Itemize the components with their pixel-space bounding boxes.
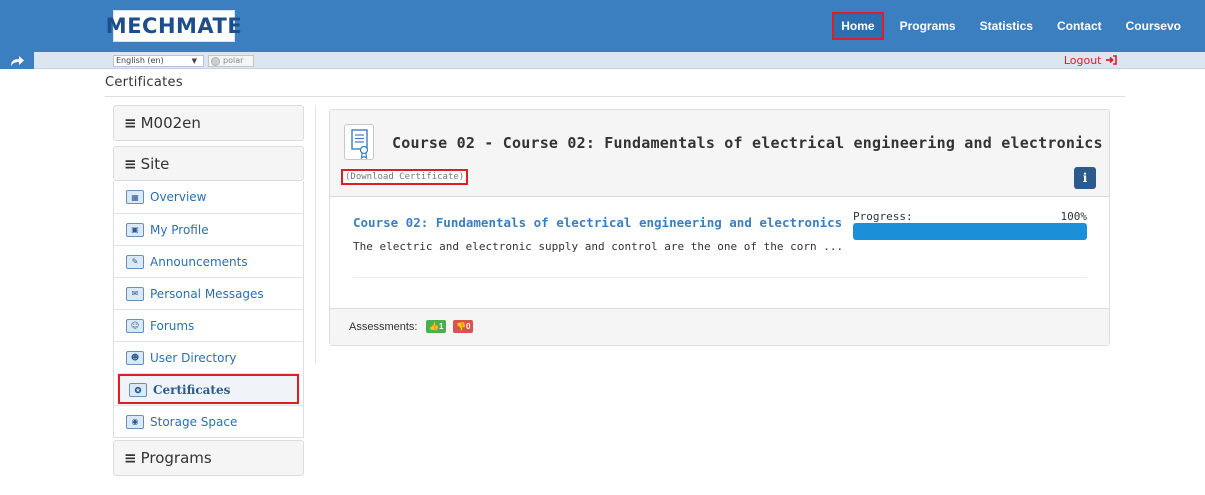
progress-value: 100% (1060, 210, 1088, 223)
progress-bar (853, 223, 1087, 240)
sidebar-item-storage-space[interactable]: ◉ Storage Space (114, 405, 303, 437)
announcements-icon: ✎ (126, 254, 144, 269)
course-header-label: M002en (140, 114, 201, 132)
sidebar-toggle-button[interactable] (0, 52, 34, 69)
certificate-panel-header: Course 02 - Course 02: Fundamentals of e… (330, 110, 1109, 197)
top-navbar: MECHMATE Home Programs Statistics Contac… (0, 0, 1205, 52)
sidebar-item-my-profile[interactable]: ▣ My Profile (114, 213, 303, 245)
nav-contact[interactable]: Contact (1057, 19, 1102, 33)
forums-icon: ☺ (126, 318, 144, 333)
sidebar-item-label: Storage Space (150, 414, 238, 429)
share-arrow-icon (11, 55, 24, 66)
nav-programs[interactable]: Programs (900, 19, 956, 33)
page-title: Certificates (105, 75, 183, 90)
sidebar-item-label: User Directory (150, 350, 237, 365)
sidebar-item-label: Overview (150, 190, 207, 204)
menu-icon: ≡ (124, 449, 137, 467)
info-button[interactable]: i (1074, 167, 1096, 189)
language-value: English (en) (116, 56, 164, 65)
sidebar-item-label: Forums (150, 318, 195, 333)
sidebar-item-user-directory[interactable]: ☻ User Directory (114, 341, 303, 373)
progress-bar-fill (853, 223, 1087, 240)
theme-icon (211, 57, 220, 66)
sidebar-item-label: My Profile (150, 222, 209, 237)
certificate-icon: ✪ (129, 382, 147, 397)
sidebar-item-personal-messages[interactable]: ✉ Personal Messages (114, 277, 303, 309)
sidebar-programs-header[interactable]: ≡ Programs (113, 440, 304, 476)
certificate-panel-footer: Assessments: 👍 1 👎 0 (330, 308, 1109, 345)
overview-icon: ▦ (126, 190, 144, 204)
positive-count: 1 (438, 322, 444, 331)
sidebar-item-label: Announcements (150, 254, 248, 269)
logout-icon (1106, 55, 1117, 65)
directory-icon: ☻ (126, 350, 144, 365)
sidebar-item-certificates[interactable]: ✪ Certificates (117, 373, 300, 405)
sidebar-item-overview[interactable]: ▦ Overview (114, 181, 303, 213)
logout-link[interactable]: Logout (1064, 54, 1117, 67)
site-header-label: Site (140, 154, 170, 173)
sidebar-menu: ▦ Overview ▣ My Profile ✎ Announcements … (113, 181, 304, 438)
language-select[interactable]: English (en) ▼ (113, 55, 204, 67)
thumbs-down-badge[interactable]: 👎 0 (453, 320, 474, 333)
title-divider (105, 96, 1125, 97)
thumbs-up-badge[interactable]: 👍 1 (426, 320, 447, 333)
sidebar-item-announcements[interactable]: ✎ Announcements (114, 245, 303, 277)
sidebar-item-label: Personal Messages (150, 286, 264, 301)
logout-label: Logout (1063, 54, 1102, 67)
logo-text: MECHMATE (105, 14, 243, 38)
thumbs-down-icon: 👎 (456, 322, 466, 331)
theme-button[interactable]: polar (208, 55, 254, 67)
nav-statistics[interactable]: Statistics (980, 19, 1033, 33)
programs-header-label: Programs (140, 449, 212, 467)
messages-icon: ✉ (126, 286, 144, 301)
nav-home[interactable]: Home (832, 12, 884, 40)
nav-coursevo[interactable]: Coursevo (1126, 19, 1181, 33)
certificate-panel: Course 02 - Course 02: Fundamentals of e… (329, 109, 1110, 346)
theme-label: polar (223, 56, 244, 65)
sidebar-item-forums[interactable]: ☺ Forums (114, 309, 303, 341)
sidebar-course-header[interactable]: ≡ M002en (113, 105, 304, 141)
profile-icon: ▣ (126, 222, 144, 237)
negative-count: 0 (465, 322, 471, 331)
chevron-down-icon: ▼ (191, 57, 197, 65)
course-description: The electric and electronic supply and c… (353, 240, 844, 253)
sidebar-site-header[interactable]: ≡ Site (113, 146, 304, 181)
menu-icon: ≡ (124, 114, 137, 132)
column-divider (315, 105, 316, 363)
thumbs-up-icon: 👍 (429, 322, 439, 331)
certificate-title: Course 02 - Course 02: Fundamentals of e… (392, 134, 1103, 152)
sidebar-item-label: Certificates (153, 382, 231, 397)
storage-icon: ◉ (126, 414, 144, 429)
content-divider (353, 277, 1087, 278)
assessments-label: Assessments: (349, 321, 418, 333)
site-logo[interactable]: MECHMATE (106, 10, 242, 42)
menu-icon: ≡ (124, 154, 137, 173)
certificate-document-icon (344, 124, 374, 160)
download-certificate-link[interactable]: (Download Certificate) (341, 169, 468, 185)
progress-label: Progress: (853, 210, 913, 223)
course-link[interactable]: Course 02: Fundamentals of electrical en… (353, 215, 842, 230)
main-nav: Home Programs Statistics Contact Coursev… (832, 0, 1205, 52)
